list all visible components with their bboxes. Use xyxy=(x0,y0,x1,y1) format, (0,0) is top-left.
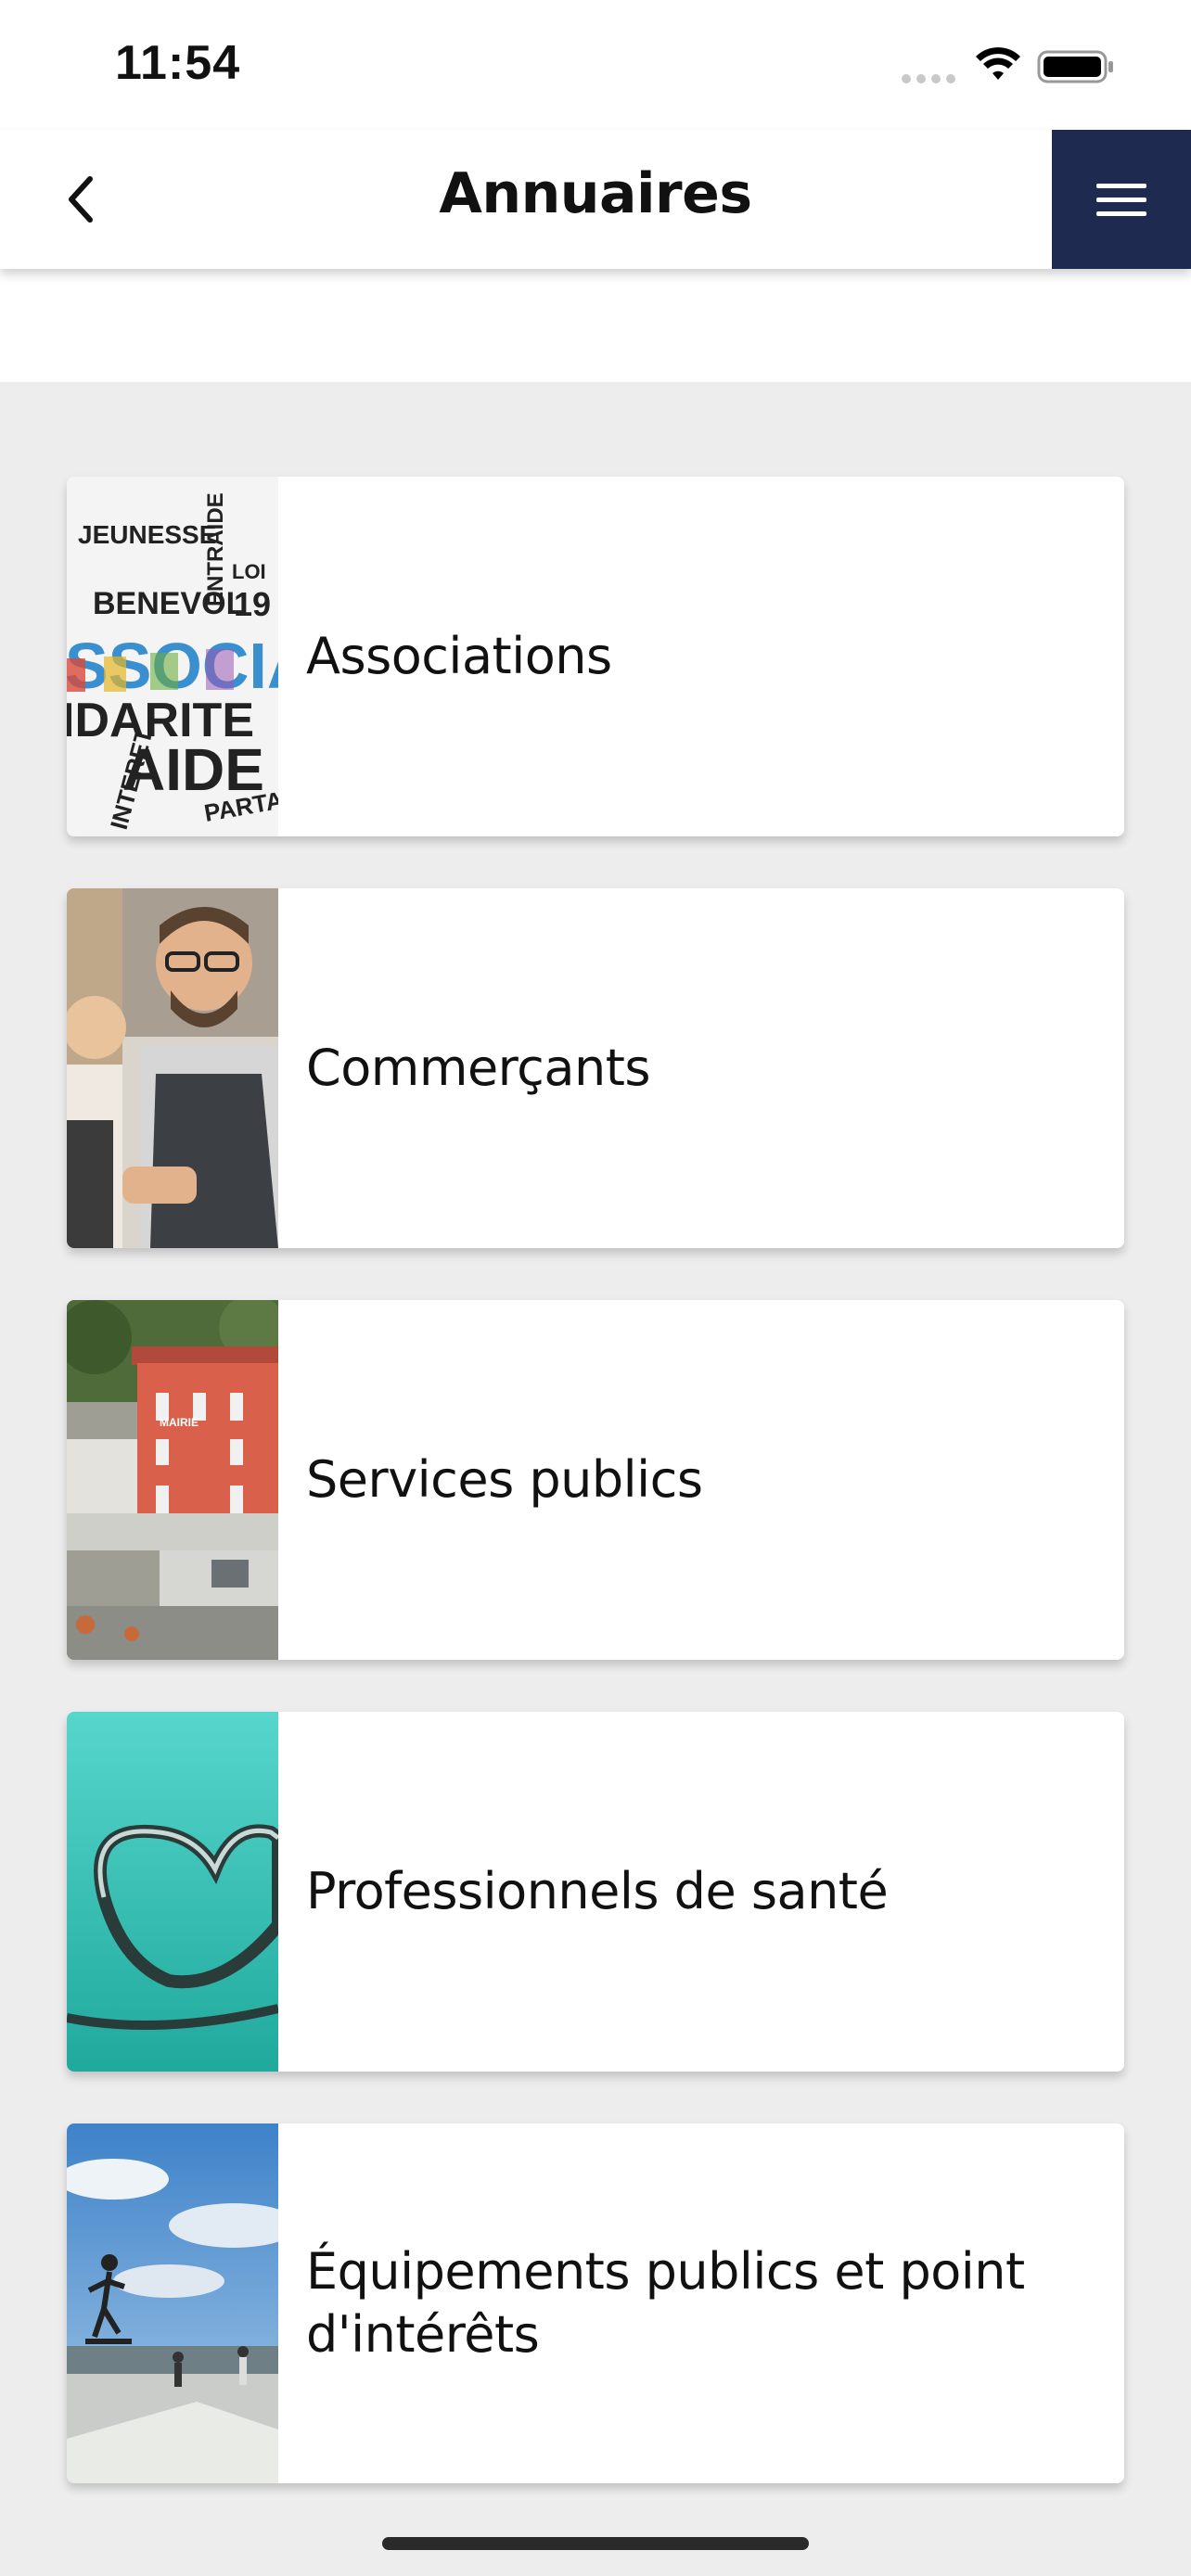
list-item-services-publics[interactable]: MAIRIE Services publics xyxy=(67,1300,1124,1660)
associations-word-cloud-image: JEUNESSE BENEVOL SSOCIA IDARITE AIDE PAR… xyxy=(67,477,278,836)
svg-text:19: 19 xyxy=(234,585,271,623)
home-indicator xyxy=(382,2537,809,2550)
stethoscope-heart-photo xyxy=(67,1712,278,2072)
signal-dots-icon xyxy=(902,74,955,83)
svg-text:ENTRAIDE: ENTRAIDE xyxy=(203,492,228,606)
list-item-label: Équipements publics et point d'intérêts xyxy=(306,2242,1025,2364)
wifi-icon xyxy=(976,47,1020,80)
hamburger-menu-icon xyxy=(1096,183,1146,216)
skatepark-photo xyxy=(67,2123,278,2483)
status-time: 11:54 xyxy=(115,36,241,90)
list-item-commercants[interactable]: Commerçants xyxy=(67,888,1124,1248)
svg-text:MAIRIE: MAIRIE xyxy=(160,1416,198,1429)
list-item-professionnels-sante[interactable]: Professionnels de santé xyxy=(67,1712,1124,2072)
page-title: Annuaires xyxy=(439,161,752,226)
svg-text:LOI: LOI xyxy=(232,560,266,583)
list-item-label: Associations xyxy=(306,627,612,685)
header-bar: Annuaires xyxy=(0,130,1191,269)
menu-button[interactable] xyxy=(1052,130,1191,269)
battery-icon xyxy=(1037,50,1113,83)
shopkeeper-photo xyxy=(67,888,278,1248)
town-hall-photo: MAIRIE xyxy=(67,1300,278,1660)
list-item-label: Services publics xyxy=(306,1450,703,1509)
svg-text:JEUNESSE: JEUNESSE xyxy=(78,520,216,549)
list-item-associations[interactable]: JEUNESSE BENEVOL SSOCIA IDARITE AIDE PAR… xyxy=(67,477,1124,836)
header-spacer xyxy=(0,269,1191,382)
status-bar: 11:54 xyxy=(0,0,1191,130)
directory-list: JEUNESSE BENEVOL SSOCIA IDARITE AIDE PAR… xyxy=(67,477,1124,2535)
list-item-label: Commerçants xyxy=(306,1039,651,1097)
list-item-equipements-publics[interactable]: Équipements publics et point d'intérêts xyxy=(67,2123,1124,2483)
list-item-label: Professionnels de santé xyxy=(306,1862,889,1920)
